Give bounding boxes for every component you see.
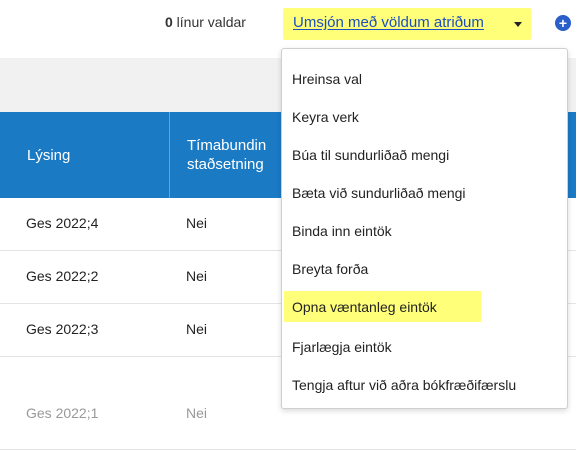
- plus-circle-icon[interactable]: +: [555, 15, 571, 31]
- menu-item-bua-til-sundurlidad-mengi[interactable]: Búa til sundurliðað mengi: [282, 137, 567, 175]
- menu-item-breyta-forda[interactable]: Breyta forða: [282, 251, 567, 289]
- menu-item-label: Tengja aftur við aðra bókfræðifærslu: [292, 377, 517, 393]
- menu-item-label: Búa til sundurliðað mengi: [292, 147, 450, 163]
- cell-lysing: Ges 2022;1: [26, 405, 99, 421]
- column-header-timabundin-stadsetning[interactable]: Tímabundin staðsetning: [187, 136, 266, 174]
- cell-lysing: Ges 2022;2: [26, 268, 99, 284]
- selected-items-actions-button[interactable]: Umsjón með völdum atriðum: [283, 8, 531, 40]
- menu-item-label: Opna væntanleg eintök: [292, 299, 437, 315]
- cell-timabundin: Nei: [186, 215, 208, 231]
- menu-item-hreinsa-val[interactable]: Hreinsa val: [282, 61, 567, 99]
- selected-items-actions-label: Umsjón með völdum atriðum: [293, 14, 484, 31]
- menu-item-baeta-vid-sundurlidad-mengi[interactable]: Bæta við sundurliðað mengi: [282, 175, 567, 213]
- selected-items-actions-menu: Hreinsa val Keyra verk Búa til sundurlið…: [281, 48, 568, 409]
- selected-count-label: línur valdar: [172, 14, 246, 30]
- cell-lysing: Ges 2022;4: [26, 215, 99, 231]
- menu-item-opna-vaentanleg-eintok[interactable]: Opna væntanleg eintök: [282, 289, 567, 327]
- column-header-timabundin-label: Tímabundin staðsetning: [187, 137, 267, 173]
- menu-item-label: Binda inn eintök: [292, 223, 392, 239]
- column-header-lysing[interactable]: Lýsing: [27, 146, 70, 165]
- menu-item-tengja-aftur[interactable]: Tengja aftur við aðra bókfræðifærslu: [282, 367, 567, 405]
- cell-lysing: Ges 2022;3: [26, 321, 99, 337]
- menu-item-binda-inn-eintok[interactable]: Binda inn eintök: [282, 213, 567, 251]
- cell-timabundin: Nei: [186, 321, 208, 337]
- selected-count-number: 0: [165, 14, 173, 30]
- menu-item-label: Fjarlægja eintök: [292, 339, 392, 355]
- cell-timabundin: Nei: [186, 405, 208, 421]
- cell-timabundin: Nei: [186, 268, 208, 284]
- menu-item-label: Keyra verk: [292, 109, 359, 125]
- header-divider: [169, 112, 170, 198]
- menu-item-label: Hreinsa val: [292, 71, 363, 87]
- header-edge: [0, 148, 6, 162]
- menu-item-label: Bæta við sundurliðað mengi: [292, 185, 466, 201]
- menu-item-fjarlaegja-eintok[interactable]: Fjarlægja eintök: [282, 329, 567, 367]
- selected-rows-count: 0 línur valdar: [165, 14, 246, 30]
- menu-item-keyra-verk[interactable]: Keyra verk: [282, 99, 567, 137]
- menu-item-label: Breyta forða: [292, 261, 369, 277]
- caret-down-icon: [514, 22, 522, 27]
